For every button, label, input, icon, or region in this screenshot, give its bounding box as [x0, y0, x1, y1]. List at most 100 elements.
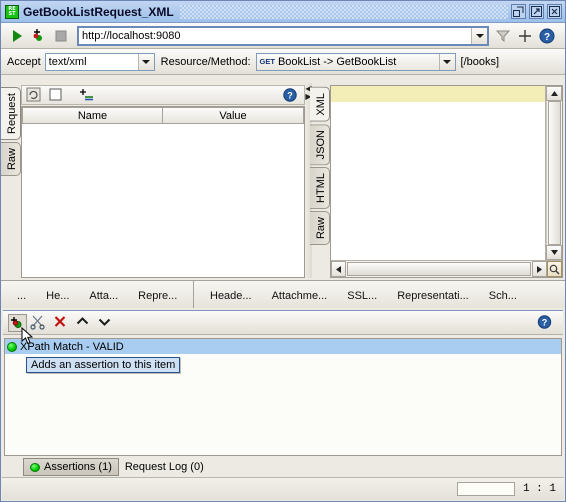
tab-assertions[interactable]: Assertions (1) [23, 458, 119, 476]
status-field[interactable] [456, 482, 515, 496]
title-bar[interactable]: RE ST GetBookListRequest_XML [1, 1, 565, 23]
endpoint-value[interactable]: http://localhost:9080 [82, 30, 471, 42]
plus-icon[interactable] [515, 26, 535, 46]
params-table: Name Value [21, 106, 305, 278]
tab-xml[interactable]: XML [310, 87, 330, 122]
tab-request[interactable]: Request [1, 87, 21, 140]
sub-tab-row: ... He... Atta... Repre... Heade... Atta… [1, 280, 565, 308]
tab-xml-label: XML [315, 93, 327, 116]
request-subtab-attachments[interactable]: Atta... [79, 286, 128, 308]
tab-json[interactable]: JSON [310, 123, 330, 165]
scroll-up-button[interactable] [546, 86, 562, 101]
accept-value[interactable]: text/xml [49, 56, 138, 68]
chevron-down-icon [443, 59, 452, 64]
method-badge: GET [259, 57, 275, 66]
request-response-split: Request Raw ? Name Value ◀ ▶ XML JSON HT… [1, 83, 565, 278]
maximize-button[interactable] [529, 4, 544, 19]
checkbox-icon[interactable] [47, 87, 65, 103]
scroll-left-button[interactable] [331, 261, 346, 277]
rest-request-window: RE ST GetBookListRequest_XML http://loca… [0, 0, 566, 502]
tab-html-label: HTML [315, 172, 327, 203]
scroll-down-button[interactable] [546, 245, 562, 260]
scissors-icon[interactable] [30, 314, 49, 332]
response-subtab-representations[interactable]: Representati... [387, 286, 479, 308]
resource-dropdown-arrow[interactable] [438, 53, 455, 70]
assertions-list[interactable]: XPath Match - VALID Adds an assertion to… [4, 326, 562, 456]
help-icon[interactable]: ? [536, 314, 555, 332]
tab-json-label: JSON [315, 129, 327, 159]
params-table-body[interactable] [22, 124, 304, 277]
vertical-scroll-track[interactable] [546, 101, 562, 245]
accept-combo[interactable]: text/xml [44, 52, 155, 71]
accept-dropdown-arrow[interactable] [137, 53, 154, 70]
title-bar-texture [179, 4, 508, 19]
status-valid-icon [7, 341, 17, 352]
rest-icon-bottom: ST [8, 11, 16, 17]
help-icon[interactable]: ? [281, 87, 299, 103]
column-header-name[interactable]: Name [22, 107, 163, 124]
request-subtab-headers[interactable]: He... [36, 286, 79, 308]
assertion-row[interactable]: XPath Match - VALID [5, 339, 561, 354]
chevron-up-icon[interactable] [74, 314, 93, 332]
tab-html[interactable]: HTML [310, 166, 330, 209]
rest-icon: RE ST [5, 4, 19, 19]
tab-assertions-label: Assertions (1) [44, 461, 112, 473]
response-tab-strip: XML JSON HTML Raw [310, 83, 330, 278]
horizontal-scroll-thumb[interactable] [347, 262, 531, 276]
restore-button[interactable] [511, 4, 526, 19]
play-icon[interactable] [7, 26, 27, 46]
request-params-panel: ? Name Value [21, 85, 305, 278]
assertions-toolbar: ? [3, 311, 563, 335]
resource-method-value[interactable]: BookList -> GetBookList [278, 56, 439, 68]
resource-method-label: Resource/Method: [160, 55, 251, 68]
help-icon[interactable]: ? [537, 26, 557, 46]
request-subtab-representations[interactable]: Repre... [128, 286, 187, 308]
request-subtab-0[interactable]: ... [7, 286, 36, 308]
chevron-down-icon [142, 59, 151, 64]
add-assertion-button[interactable] [8, 313, 27, 332]
endpoint-combo[interactable]: http://localhost:9080 [77, 25, 489, 46]
tab-request-log[interactable]: Request Log (0) [119, 459, 210, 475]
vertical-scroll-thumb[interactable] [548, 101, 561, 245]
response-subtab-headers[interactable]: Heade... [200, 286, 262, 308]
run-add-endpoint-icon[interactable] [29, 26, 49, 46]
filter-icon[interactable] [493, 26, 513, 46]
tooltip: Adds an assertion to this item [26, 357, 181, 373]
tab-response-raw[interactable]: Raw [310, 210, 330, 245]
response-subtab-ssl[interactable]: SSL... [337, 286, 387, 308]
caret-position: 1 : 1 [522, 483, 556, 495]
status-bar: 1 : 1 [2, 477, 564, 500]
tab-request-raw-label: Raw [6, 147, 18, 170]
assertion-label: XPath Match - VALID [20, 340, 124, 353]
column-header-value[interactable]: Value [163, 107, 304, 124]
current-line-highlight [331, 86, 545, 102]
zoom-icon[interactable] [547, 261, 562, 277]
resource-method-combo[interactable]: GET BookList -> GetBookList [255, 52, 456, 71]
assertions-section: ? XPath Match - VALID Adds an assertion … [3, 310, 563, 457]
delete-x-icon[interactable] [52, 314, 71, 332]
svg-text:?: ? [287, 91, 293, 101]
bottom-tab-bar: Assertions (1) Request Log (0) [3, 457, 563, 477]
response-vertical-scrollbar[interactable] [545, 86, 562, 260]
status-valid-icon [30, 462, 40, 472]
response-panel [330, 85, 563, 278]
refresh-params-icon[interactable] [25, 87, 43, 103]
svg-text:?: ? [542, 317, 548, 327]
response-subtab-attachments[interactable]: Attachme... [262, 286, 338, 308]
response-subtab-schema[interactable]: Sch... [479, 286, 527, 308]
response-editor[interactable] [331, 86, 545, 260]
horizontal-scroll-track[interactable] [346, 261, 532, 277]
window-title: GetBookListRequest_XML [23, 4, 174, 19]
request-toolbar: http://localhost:9080 ? [1, 23, 565, 49]
scroll-right-button[interactable] [532, 261, 547, 277]
add-param-icon[interactable] [77, 87, 95, 103]
endpoint-dropdown-arrow[interactable] [471, 27, 487, 44]
response-horizontal-scrollbar[interactable] [331, 260, 562, 277]
response-sub-tabs: Heade... Attachme... SSL... Representati… [193, 280, 565, 308]
params-table-header: Name Value [22, 107, 304, 124]
tab-request-raw[interactable]: Raw [1, 141, 21, 176]
stop-icon[interactable] [51, 26, 71, 46]
tab-request-log-label: Request Log (0) [124, 461, 204, 473]
chevron-down-icon[interactable] [96, 314, 115, 332]
close-button[interactable] [547, 4, 562, 19]
